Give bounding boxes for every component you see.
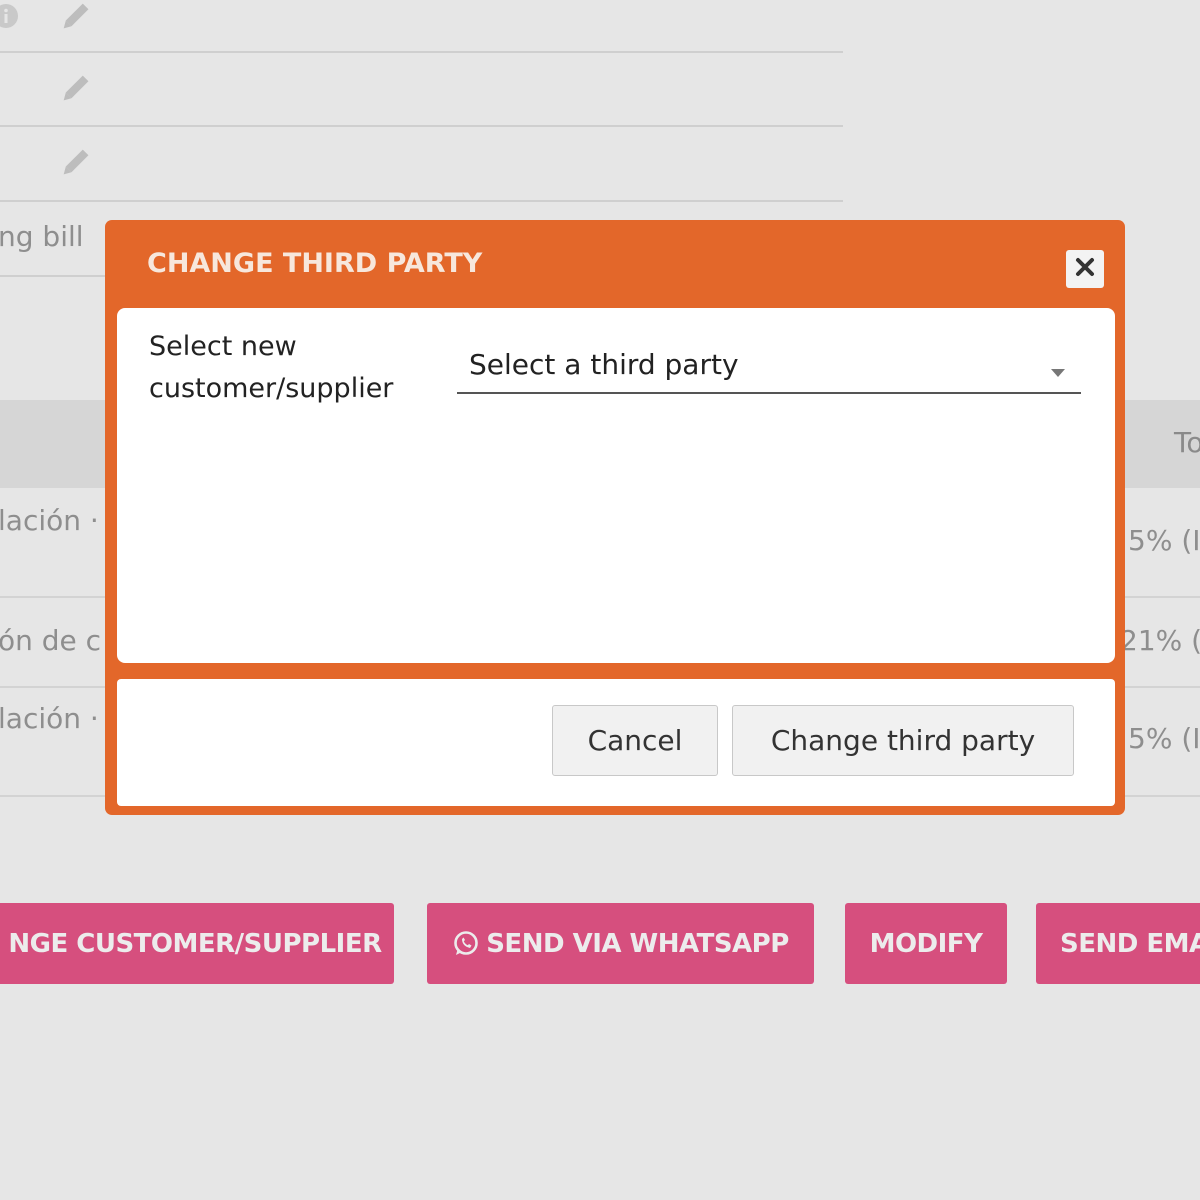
list-divider <box>0 125 843 127</box>
table-cell-description: lación · <box>0 504 99 537</box>
list-divider <box>0 200 843 202</box>
change-third-party-dialog: CHANGE THIRD PARTY Select new customer/s… <box>105 220 1125 815</box>
action-button-label: MODIFY <box>869 928 983 959</box>
dialog-title: CHANGE THIRD PARTY <box>147 248 483 279</box>
change-third-party-button[interactable]: Change third party <box>732 705 1074 776</box>
close-icon <box>1075 257 1095 281</box>
dialog-body: Select new customer/supplier Select a th… <box>117 308 1115 663</box>
action-button-label: SEND VIA WHATSAPP <box>486 928 789 959</box>
action-button-label: SEND EMA <box>1060 928 1200 959</box>
table-cell-tax: 5% (II <box>1128 524 1200 557</box>
list-divider <box>0 275 110 277</box>
table-cell-tax: 5% (II <box>1128 722 1200 755</box>
select-placeholder: Select a third party <box>469 348 739 381</box>
table-cell-description: lación · <box>0 702 99 735</box>
field-label: Select new customer/supplier <box>149 331 394 404</box>
info-icon[interactable] <box>0 2 20 34</box>
pencil-icon[interactable] <box>58 0 92 38</box>
cancel-button[interactable]: Cancel <box>552 705 718 776</box>
list-divider <box>0 51 843 53</box>
table-cell-tax: 21% (II <box>1120 624 1200 657</box>
send-via-whatsapp-button[interactable]: SEND VIA WHATSAPP <box>427 903 814 984</box>
caret-down-icon <box>1051 362 1065 381</box>
dialog-footer: Cancel Change third party <box>117 679 1115 806</box>
close-button[interactable] <box>1066 250 1104 288</box>
table-cell-description: ón de c <box>0 624 102 657</box>
action-button-label: NGE CUSTOMER/SUPPLIER <box>8 928 382 959</box>
pencil-icon[interactable] <box>58 72 92 110</box>
third-party-select[interactable]: Select a third party <box>457 338 1081 394</box>
list-item-text: ng bill <box>0 220 84 253</box>
table-header-cell: To <box>1174 426 1200 459</box>
whatsapp-icon <box>452 930 480 958</box>
pencil-icon[interactable] <box>58 146 92 184</box>
modify-button[interactable]: MODIFY <box>845 903 1007 984</box>
send-email-button[interactable]: SEND EMA <box>1036 903 1200 984</box>
change-customer-supplier-button[interactable]: NGE CUSTOMER/SUPPLIER <box>0 903 394 984</box>
